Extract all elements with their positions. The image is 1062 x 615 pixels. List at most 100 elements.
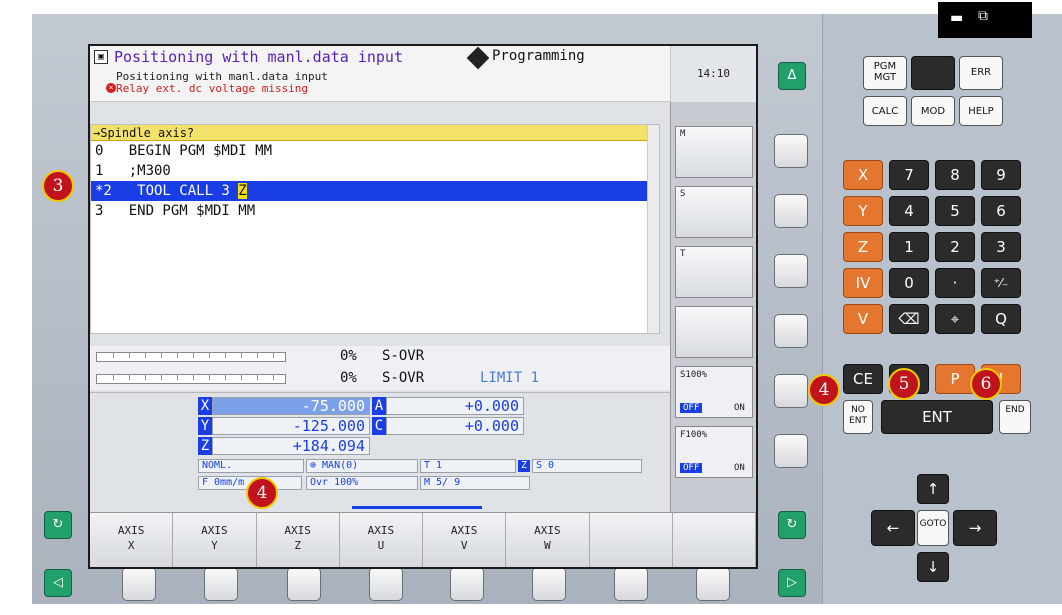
override-display: 0% S-OVR 0% S-OVR LIMIT 1 (90, 346, 670, 390)
side-softkey-bar: M S T S100% OFF ON F100% OFF ON (670, 102, 756, 512)
spindle-override-status: S100% OFF ON (675, 366, 753, 418)
programming-icon (466, 46, 490, 70)
dialog-prompt: →Spindle axis? (91, 125, 659, 141)
s-pct: S100% (680, 370, 708, 380)
prev-softkey-row-button[interactable]: ◁ (44, 569, 72, 597)
softkey-axis-u[interactable]: AXIS U (339, 513, 423, 567)
feed-override-bar (96, 374, 286, 384)
softkey-blank-8[interactable] (672, 513, 756, 567)
a-axis-value: +0.000 (386, 397, 524, 415)
goto-key[interactable]: GOTO (917, 510, 949, 546)
vertical-softkey-1[interactable] (774, 134, 808, 168)
iv-axis-key[interactable]: IV (843, 268, 883, 298)
key-0[interactable]: 0 (889, 268, 929, 298)
program-line-3[interactable]: 3 END PGM $MDI MM (91, 201, 659, 221)
vertical-softkey-3[interactable] (774, 254, 808, 288)
cycle-right-button[interactable]: ↻ (778, 511, 806, 539)
softkey-axis-x[interactable]: AXIS X (90, 513, 174, 567)
backspace-key[interactable]: ⌫ (889, 304, 929, 334)
end-key[interactable]: END (999, 400, 1031, 434)
softkey-button-6[interactable] (532, 567, 566, 601)
override-bar-tick (161, 375, 162, 380)
s-function-softkey[interactable]: S (675, 186, 753, 238)
softkey-axis-y[interactable]: AXIS Y (173, 513, 257, 567)
keypad-panel: PGM MGT ERR CALC MOD HELP X 7 8 9 Y 4 5 … (822, 14, 1062, 604)
tool-change-softkey[interactable]: T (675, 246, 753, 298)
actual-position-key[interactable]: ⌖ (935, 304, 975, 334)
clock: 14:10 (670, 46, 756, 102)
feed-on-label: ON (734, 463, 745, 473)
softkey-axis-v[interactable]: AXIS V (423, 513, 507, 567)
key-3[interactable]: 3 (981, 232, 1021, 262)
softkey-button-7[interactable] (614, 567, 648, 601)
softkey-axis-z[interactable]: AXIS Z (256, 513, 340, 567)
softkey-button-2[interactable] (204, 567, 238, 601)
restore-icon[interactable]: ⧉ (978, 8, 988, 24)
key-4[interactable]: 4 (889, 196, 929, 226)
p-key[interactable]: P (935, 364, 975, 394)
softkey-row-indicator (352, 506, 482, 509)
key-9[interactable]: 9 (981, 160, 1021, 190)
ce-key[interactable]: CE (843, 364, 883, 394)
arrow-up-key[interactable]: ↑ (917, 474, 949, 504)
softkey-button-3[interactable] (287, 567, 321, 601)
cycle-left-button[interactable]: ↻ (44, 511, 72, 539)
softkey-button-5[interactable] (450, 567, 484, 601)
s-ovr-pct: 0% (340, 348, 357, 364)
program-editor[interactable]: →Spindle axis? 0 BEGIN PGM $MDI MM 1 ;M3… (90, 124, 660, 334)
calc-key[interactable]: CALC (863, 96, 907, 126)
pgm-mgt-key[interactable]: PGM MGT (863, 56, 907, 90)
no-ent-key[interactable]: NO ENT (843, 400, 873, 434)
editor-scrollbar[interactable] (647, 125, 659, 333)
arrow-left-key[interactable]: ← (871, 510, 915, 546)
key-8[interactable]: 8 (935, 160, 975, 190)
q-key[interactable]: Q (981, 304, 1021, 334)
next-softkey-row-button[interactable]: ▷ (778, 569, 806, 597)
softkey-axis-w[interactable]: AXIS W (506, 513, 590, 567)
vertical-softkey-6[interactable] (774, 434, 808, 468)
blank-vertical-softkey[interactable] (675, 306, 753, 358)
key-6[interactable]: 6 (981, 196, 1021, 226)
program-line-2-selected[interactable]: *2 TOOL CALL 3 Z (91, 181, 659, 201)
vertical-softkey-5[interactable] (774, 374, 808, 408)
minimize-icon[interactable]: ▬ (950, 10, 963, 26)
delta-button[interactable]: Δ (778, 62, 806, 90)
arrow-down-key[interactable]: ↓ (917, 552, 949, 582)
arrow-right-key[interactable]: → (953, 510, 997, 546)
help-key[interactable]: HELP (959, 96, 1003, 126)
spindle-on-label: ON (734, 403, 745, 413)
override-bar-tick (145, 353, 146, 358)
x-axis-key[interactable]: X (843, 160, 883, 190)
key-1[interactable]: 1 (889, 232, 929, 262)
program-line-0[interactable]: 0 BEGIN PGM $MDI MM (91, 141, 659, 161)
program-line-1[interactable]: 1 ;M300 (91, 161, 659, 181)
callout-marker-3: 3 (42, 170, 74, 202)
m-function-softkey[interactable]: M (675, 126, 753, 178)
blank-key[interactable] (911, 56, 955, 90)
err-key[interactable]: ERR (959, 56, 1003, 90)
ent-key[interactable]: ENT (881, 400, 993, 434)
y-axis-key[interactable]: Y (843, 196, 883, 226)
m-status: M 5/ 9 (420, 476, 530, 490)
decimal-point-key[interactable]: · (935, 268, 975, 298)
y-axis-label: Y (198, 417, 212, 435)
key-2[interactable]: 2 (935, 232, 975, 262)
error-icon: × (106, 83, 116, 93)
control-screen: ▣ Positioning with manl.data input Progr… (88, 44, 758, 569)
vertical-softkey-2[interactable] (774, 194, 808, 228)
sign-toggle-key[interactable]: ⁺⁄₋ (981, 268, 1021, 298)
key-7[interactable]: 7 (889, 160, 929, 190)
softkey-blank-7[interactable] (589, 513, 673, 567)
x-axis-label: X (198, 397, 212, 415)
mod-key[interactable]: MOD (911, 96, 955, 126)
softkey-button-4[interactable] (369, 567, 403, 601)
override-bar-tick (241, 375, 242, 380)
override-bar-tick (257, 353, 258, 358)
z-axis-key[interactable]: Z (843, 232, 883, 262)
vertical-softkey-4[interactable] (774, 314, 808, 348)
key-5[interactable]: 5 (935, 196, 975, 226)
softkey-button-8[interactable] (696, 567, 730, 601)
softkey-button-1[interactable] (122, 567, 156, 601)
v-axis-key[interactable]: V (843, 304, 883, 334)
y-axis-value: -125.000 (212, 417, 370, 435)
